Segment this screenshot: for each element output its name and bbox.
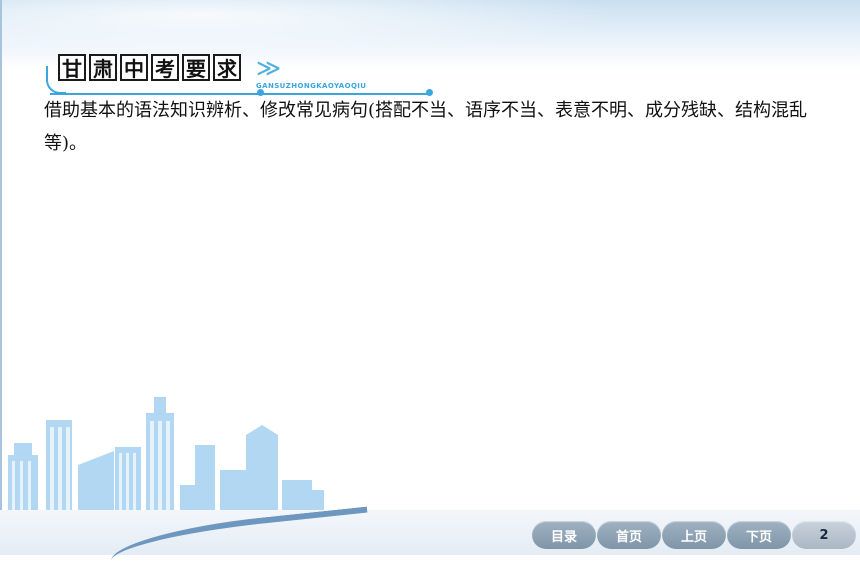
banner-char: 考 — [151, 54, 179, 81]
banner-title: 甘 肃 中 考 要 求 — [58, 54, 241, 81]
banner-char: 要 — [182, 54, 210, 81]
banner-char: 求 — [213, 54, 241, 81]
catalog-button[interactable]: 目录 — [532, 521, 596, 549]
city-skyline-illustration — [8, 397, 324, 520]
previous-page-button[interactable]: 上页 — [662, 521, 726, 549]
banner-char: 甘 — [58, 54, 86, 81]
banner-char: 中 — [120, 54, 148, 81]
section-banner: 甘 肃 中 考 要 求 ≫ GANSUZHONGKAOYAOQIU — [42, 52, 433, 100]
home-button[interactable]: 首页 — [597, 521, 661, 549]
banner-char: 肃 — [89, 54, 117, 81]
requirement-text: 借助基本的语法知识辨析、修改常见病句(搭配不当、语序不当、表意不明、成分残缺、结… — [44, 100, 808, 154]
banner-subtitle: GANSUZHONGKAOYAOQIU — [256, 82, 367, 90]
double-chevron-icon: ≫ — [256, 54, 281, 82]
next-page-button[interactable]: 下页 — [727, 521, 791, 549]
page-number: 2 — [792, 521, 856, 549]
